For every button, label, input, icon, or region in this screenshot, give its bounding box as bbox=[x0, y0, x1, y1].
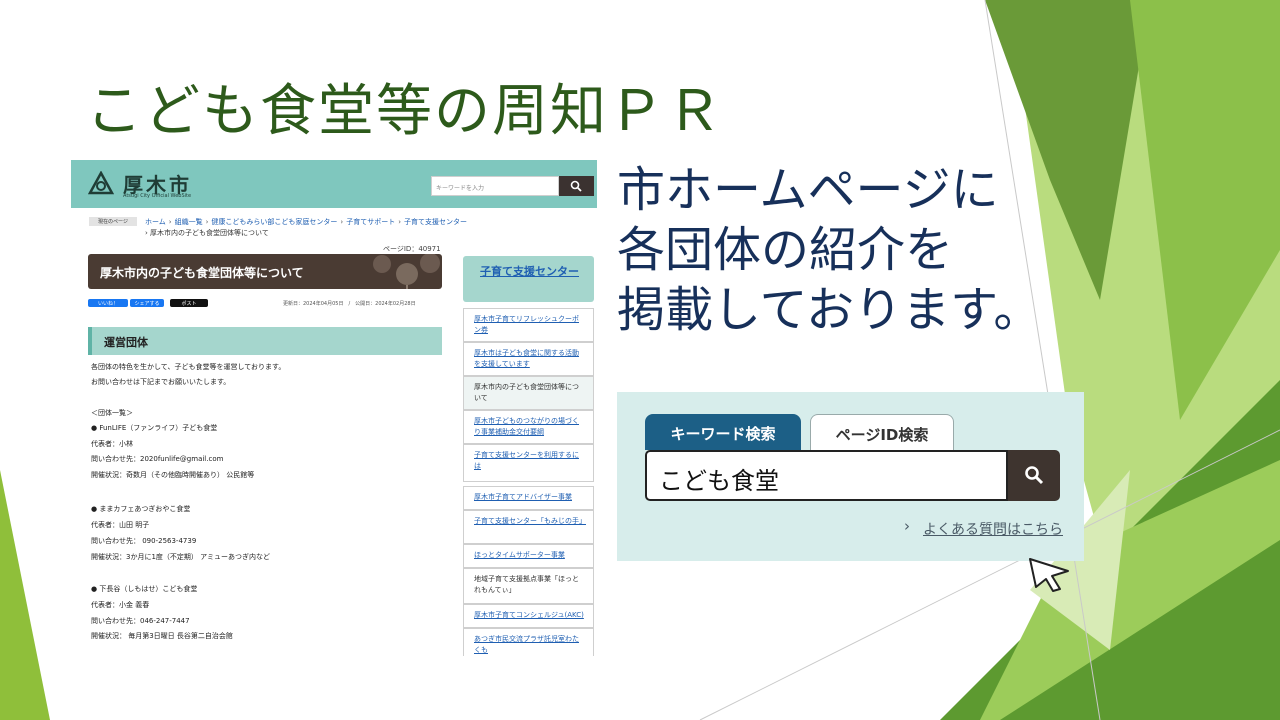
slide-body-line-1: 市ホームページに bbox=[617, 162, 999, 218]
sidebar-heading[interactable]: 子育て支援センター bbox=[463, 256, 594, 302]
breadcrumb-current: › 厚木市内の子ども食堂団体等について bbox=[145, 229, 269, 237]
sidebar-item[interactable]: 厚木市子育てリフレッシュクーポン券 bbox=[463, 308, 594, 342]
search-icon bbox=[1025, 466, 1044, 485]
sidebar-item-current: 厚木市内の子ども食堂団体等について bbox=[463, 376, 594, 410]
body-line: 代表者：山田 明子 bbox=[91, 521, 150, 529]
page-dates: 更新日：2024年04月05日 / 公開日：2024年02月28日 bbox=[283, 301, 416, 307]
sidebar-item[interactable]: 厚木市子育てコンシェルジュ(AKC) bbox=[463, 604, 594, 628]
slide-body-line-3: 掲載しております。 bbox=[617, 282, 1042, 338]
mouse-pointer-icon bbox=[1029, 558, 1069, 592]
breadcrumb-label: 現在のページ bbox=[89, 217, 137, 226]
body-line: ● FunLIFE（ファンライフ）子ども食堂 bbox=[91, 424, 218, 432]
body-line: 開催状況：奇数月（その他臨時開催あり） 公民館等 bbox=[91, 471, 255, 479]
page-title: 厚木市内の子ども食堂団体等について bbox=[100, 266, 304, 280]
body-line: 代表者：小金 義春 bbox=[91, 601, 150, 609]
body-line: 問い合わせ先：046-247-7447 bbox=[91, 617, 190, 625]
breadcrumb-link-org[interactable]: 組織一覧 bbox=[175, 218, 203, 226]
keyword-search-button[interactable] bbox=[1008, 450, 1060, 501]
city-logo-icon bbox=[88, 171, 114, 195]
body-line: 問い合わせ先： 090-2563-4739 bbox=[91, 537, 197, 545]
faq-link[interactable]: よくある質問はこちら bbox=[923, 519, 1063, 539]
search-icon bbox=[570, 180, 582, 192]
facebook-like-button[interactable]: いいね！ bbox=[88, 299, 128, 307]
slide-title: こども食堂等の周知ＰＲ bbox=[86, 79, 724, 144]
body-line: ● 下長谷（しもはせ）こども食堂 bbox=[91, 585, 198, 593]
body-line: 開催状況：3か月に1度（不定期） アミューあつぎ内など bbox=[91, 553, 270, 561]
body-line: ＜団体一覧＞ bbox=[91, 409, 133, 417]
sidebar-item[interactable]: 厚木市子どものつながりの場づくり事業補助金交付要綱 bbox=[463, 410, 594, 444]
breadcrumb-link-support-center[interactable]: 子育て支援センター bbox=[404, 218, 467, 226]
site-logo-subtext: Atsugi City Official WebSite bbox=[123, 193, 192, 199]
left-green-triangle bbox=[0, 470, 50, 720]
leaf-decoration-icon bbox=[373, 254, 440, 289]
slide-body-line-2: 各団体の紹介を bbox=[617, 222, 954, 278]
body-line: 各団体の特色を生かして、子ども食堂等を運営しております。 bbox=[91, 363, 286, 371]
sidebar-item[interactable]: 地域子育て支援拠点事業「ほっとれもんてぃ」 bbox=[463, 568, 594, 604]
breadcrumb-link-center[interactable]: 健康こどもみらい部こども家庭センター bbox=[211, 218, 337, 226]
keyword-search-input[interactable]: こども食堂 bbox=[645, 450, 1008, 501]
search-widget-screenshot: キーワード検索 ページID検索 こども食堂 › よくある質問はこちら bbox=[617, 392, 1084, 561]
city-website-screenshot: 厚木市 Atsugi City Official WebSite キーワードを入… bbox=[71, 160, 597, 656]
body-line: ● ままカフェあつぎおやこ食堂 bbox=[91, 505, 191, 513]
page-title-bar: 厚木市内の子ども食堂団体等について bbox=[88, 254, 442, 289]
breadcrumb-link-home[interactable]: ホーム bbox=[145, 218, 166, 226]
facebook-share-button[interactable]: シェアする bbox=[130, 299, 164, 307]
x-post-button[interactable]: ポスト bbox=[170, 299, 208, 307]
sidebar-item[interactable]: 子育て支援センターを利用するには bbox=[463, 444, 594, 482]
site-search-button[interactable] bbox=[559, 176, 594, 196]
page-id: ページID：40971 bbox=[383, 245, 441, 253]
site-search-input[interactable]: キーワードを入力 bbox=[431, 176, 559, 196]
tab-pageid-search[interactable]: ページID検索 bbox=[810, 414, 954, 450]
sidebar-item[interactable]: 厚木市子育てアドバイザー事業 bbox=[463, 486, 594, 510]
sidebar-item[interactable]: ほっとタイムサポーター事業 bbox=[463, 544, 594, 568]
chevron-right-icon: › bbox=[904, 517, 910, 535]
sidebar-item[interactable]: あつぎ市民交流プラザ託児室わたくも bbox=[463, 628, 594, 656]
tab-keyword-search[interactable]: キーワード検索 bbox=[645, 414, 801, 450]
sidebar-item[interactable]: 厚木市は子ども食堂に関する活動を支援しています bbox=[463, 342, 594, 376]
breadcrumb: ホーム › 組織一覧 › 健康こどもみらい部こども家庭センター › 子育てサポート › 子育て支… bbox=[145, 218, 468, 226]
section-heading: 運営団体 bbox=[88, 327, 442, 355]
sidebar-item[interactable]: 子育て支援センター「もみじの手」 bbox=[463, 510, 594, 544]
site-header: 厚木市 Atsugi City Official WebSite キーワードを入… bbox=[71, 160, 597, 208]
body-line: 代表者：小林 bbox=[91, 440, 133, 448]
body-line: お問い合わせは下記までお願いいたします。 bbox=[91, 378, 231, 386]
body-line: 開催状況： 毎月第3日曜日 長谷第二自治会館 bbox=[91, 632, 233, 640]
breadcrumb-link-support[interactable]: 子育てサポート bbox=[346, 218, 395, 226]
body-line: 問い合わせ先：2020funlife@gmail.com bbox=[91, 455, 224, 463]
slide-body-text: 市ホームページに 各団体の紹介を 掲載しております。 bbox=[617, 160, 1041, 340]
breadcrumb-current-text: 厚木市内の子ども食堂団体等について bbox=[150, 229, 269, 237]
